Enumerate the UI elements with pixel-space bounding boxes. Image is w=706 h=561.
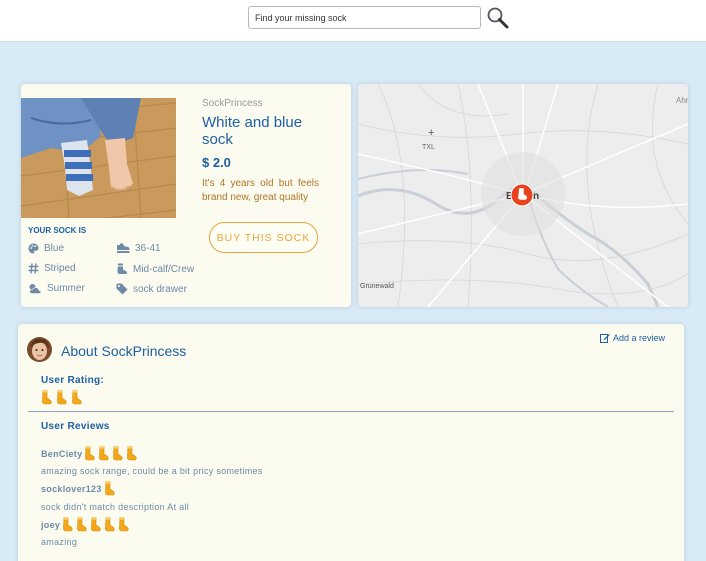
product-title: White and blue sock bbox=[202, 114, 303, 148]
attributes-heading: YOUR SOCK IS bbox=[28, 226, 87, 235]
airport-icon: + bbox=[428, 127, 434, 139]
search-button[interactable] bbox=[486, 6, 510, 30]
review-author-name[interactable]: BenCiety bbox=[41, 449, 82, 459]
search-icon bbox=[487, 7, 509, 29]
palette-icon bbox=[28, 243, 39, 254]
sock-rating-icon bbox=[105, 517, 115, 532]
review-stars bbox=[84, 446, 137, 461]
weather-icon bbox=[29, 284, 42, 294]
about-title: About SockPrincess bbox=[61, 343, 187, 359]
about-seller-section: About SockPrincess Add a review User Rat… bbox=[18, 324, 684, 561]
sock-rating-icon bbox=[127, 446, 137, 461]
shoe-size-icon bbox=[117, 243, 130, 253]
sock-rating-icon bbox=[42, 390, 52, 405]
attribute-season-label: Summer bbox=[47, 283, 85, 294]
hashtag-icon bbox=[28, 263, 39, 274]
attribute-color: Blue bbox=[28, 243, 64, 254]
map-label-berlin-end: n bbox=[533, 191, 539, 202]
edit-icon bbox=[600, 334, 610, 343]
review-text: sock didn't match description At all bbox=[41, 502, 190, 512]
user-rating-stars bbox=[41, 390, 82, 405]
attribute-pattern: Striped bbox=[28, 263, 76, 274]
sock-rating-icon bbox=[91, 517, 101, 532]
user-rating-label: User Rating: bbox=[41, 375, 105, 386]
attribute-tag-label: sock drawer bbox=[133, 283, 187, 295]
product-price: $ 2.0 bbox=[202, 155, 231, 170]
map-label-txl: TXL bbox=[422, 144, 435, 151]
sock-location-marker[interactable] bbox=[510, 183, 534, 207]
divider bbox=[28, 411, 674, 412]
attribute-tag: sock drawer bbox=[116, 283, 187, 295]
attribute-length: Mid-calf/Crew bbox=[116, 263, 194, 275]
sock-rating-icon bbox=[119, 517, 129, 532]
add-review-link[interactable]: Add a review bbox=[600, 333, 665, 343]
buy-this-sock-button[interactable]: BUY THIS SOCK bbox=[209, 222, 318, 253]
sock-rating-icon bbox=[63, 517, 73, 532]
review-author-name[interactable]: joey bbox=[41, 520, 60, 530]
map-label-ahr: Ahr bbox=[676, 96, 688, 105]
review-text: amazing sock range, could be a bit pricy… bbox=[41, 466, 263, 476]
sock-rating-icon bbox=[72, 390, 82, 405]
top-bar bbox=[0, 0, 706, 42]
review-author-2: socklover123 bbox=[41, 481, 115, 496]
location-map[interactable]: Ahr + TXL Grunewald B n bbox=[358, 84, 688, 307]
add-review-label: Add a review bbox=[613, 333, 666, 343]
sock-rating-icon bbox=[77, 517, 87, 532]
review-author-name[interactable]: socklover123 bbox=[41, 484, 102, 494]
tag-icon bbox=[116, 283, 128, 295]
avatar[interactable] bbox=[27, 337, 52, 362]
attribute-size-label: 36-41 bbox=[135, 243, 161, 254]
sock-rating-icon bbox=[113, 446, 123, 461]
seller-name[interactable]: SockPrincess bbox=[202, 98, 263, 109]
product-description: It's 4 years old but feels brand new, gr… bbox=[202, 178, 319, 203]
attribute-size: 36-41 bbox=[116, 243, 161, 254]
review-author-1: BenCiety bbox=[41, 446, 137, 461]
sock-rating-icon bbox=[99, 446, 109, 461]
sock-rating-icon bbox=[57, 390, 67, 405]
attribute-length-label: Mid-calf/Crew bbox=[133, 263, 195, 275]
review-stars bbox=[104, 481, 115, 496]
sock-rating-icon bbox=[104, 481, 115, 496]
review-text: amazing bbox=[41, 537, 78, 547]
product-card: SockPrincess White and blue sock $ 2.0 I… bbox=[21, 84, 351, 307]
sock-length-icon bbox=[117, 263, 127, 274]
review-stars bbox=[62, 517, 129, 532]
attribute-color-label: Blue bbox=[44, 243, 65, 254]
sock-rating-icon bbox=[85, 446, 95, 461]
map-label-grunewald: Grunewald bbox=[360, 283, 394, 290]
user-reviews-label: User Reviews bbox=[41, 421, 110, 432]
attribute-pattern-label: Striped bbox=[44, 263, 76, 274]
sock-photo bbox=[21, 98, 176, 218]
search-input[interactable] bbox=[248, 6, 481, 29]
review-author-3: joey bbox=[41, 517, 129, 532]
attribute-season: Summer bbox=[28, 283, 85, 294]
